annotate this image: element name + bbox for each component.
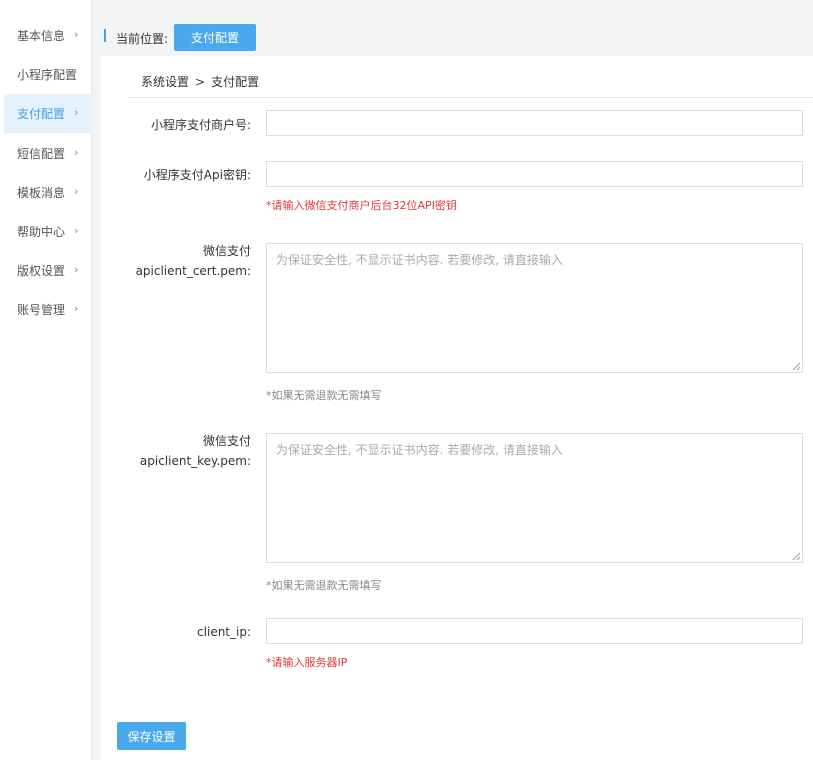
sidebar-item-label: 帮助中心 (17, 225, 66, 239)
key-pem-label: 微信支付 apiclient_key.pem: (101, 433, 251, 470)
sidebar-item-label: 版权设置 (17, 264, 66, 278)
cert-pem-label-line2: apiclient_cert.pem: (135, 264, 251, 278)
chevron-right-icon: › (74, 263, 79, 276)
breadcrumb: 系统设置 > 支付配置 (141, 73, 259, 90)
sidebar-item-payment-config[interactable]: 支付配置 › (4, 94, 92, 133)
sidebar-item-sms-config[interactable]: 短信配置 › (4, 134, 92, 173)
chevron-right-icon: › (74, 146, 79, 159)
breadcrumb-parent[interactable]: 系统设置 (141, 75, 189, 89)
divider (129, 97, 813, 98)
location-label: 当前位置: (116, 32, 169, 46)
breadcrumb-separator: > (195, 75, 206, 89)
sidebar-item-miniprogram-config[interactable]: 小程序配置 (4, 55, 92, 94)
chevron-right-icon: › (74, 302, 79, 315)
breadcrumb-current: 支付配置 (211, 75, 260, 89)
location-marker (104, 29, 106, 42)
cert-pem-label: 微信支付 apiclient_cert.pem: (101, 243, 251, 280)
sidebar-item-label: 模板消息 (17, 186, 66, 200)
main-panel: 系统设置 > 支付配置 小程序支付商户号: 小程序支付Api密钥: *请输入微信支付… (101, 56, 813, 760)
cert-pem-textarea[interactable]: 为保证安全性, 不显示证书内容. 若要修改, 请直接输入 (266, 243, 803, 373)
sidebar-item-template-message[interactable]: 模板消息 › (4, 173, 92, 212)
key-pem-textarea[interactable]: 为保证安全性, 不显示证书内容. 若要修改, 请直接输入 (266, 433, 803, 563)
client-ip-hint: *请输入服务器IP (266, 656, 348, 669)
resize-handle-icon[interactable] (792, 362, 801, 371)
chevron-right-icon: › (74, 28, 79, 41)
sidebar-item-copyright[interactable]: 版权设置 › (4, 251, 92, 290)
key-pem-label-line1: 微信支付 (202, 434, 251, 448)
sidebar-item-account[interactable]: 账号管理 › (4, 290, 92, 329)
api-key-label: 小程序支付Api密钥: (143, 168, 251, 182)
sidebar-item-label: 支付配置 (17, 107, 66, 121)
key-pem-placeholder: 为保证安全性, 不显示证书内容. 若要修改, 请直接输入 (276, 443, 563, 457)
location-button[interactable]: 支付配置 (174, 24, 256, 51)
save-button[interactable]: 保存设置 (117, 722, 186, 750)
location-bar: 当前位置: 支付配置 (92, 0, 813, 56)
merchant-id-label: 小程序支付商户号: (150, 118, 251, 132)
cert-pem-hint: *如果无需退款无需填写 (266, 389, 382, 402)
client-ip-label: client_ip: (197, 625, 251, 639)
merchant-id-input[interactable] (266, 110, 803, 136)
cert-pem-placeholder: 为保证安全性, 不显示证书内容. 若要修改, 请直接输入 (276, 253, 563, 267)
chevron-right-icon: › (74, 224, 79, 237)
chevron-right-icon: › (74, 106, 79, 119)
api-key-hint: *请输入微信支付商户后台32位API密钥 (266, 199, 457, 212)
sidebar: 基本信息 › 小程序配置 支付配置 › 短信配置 › 模板消息 › 帮助中心 ›… (0, 0, 92, 760)
key-pem-label-line2: apiclient_key.pem: (139, 454, 251, 468)
sidebar-item-basic-info[interactable]: 基本信息 › (4, 16, 92, 55)
api-key-input[interactable] (266, 161, 803, 187)
cert-pem-label-line1: 微信支付 (202, 244, 251, 258)
chevron-right-icon: › (74, 185, 79, 198)
sidebar-item-label: 账号管理 (17, 303, 66, 317)
resize-handle-icon[interactable] (792, 552, 801, 561)
sidebar-item-label: 小程序配置 (17, 68, 78, 82)
sidebar-item-label: 短信配置 (17, 147, 66, 161)
key-pem-hint: *如果无需退款无需填写 (266, 579, 382, 592)
sidebar-item-help-center[interactable]: 帮助中心 › (4, 212, 92, 251)
sidebar-item-label: 基本信息 (17, 29, 66, 43)
client-ip-input[interactable] (266, 618, 803, 644)
